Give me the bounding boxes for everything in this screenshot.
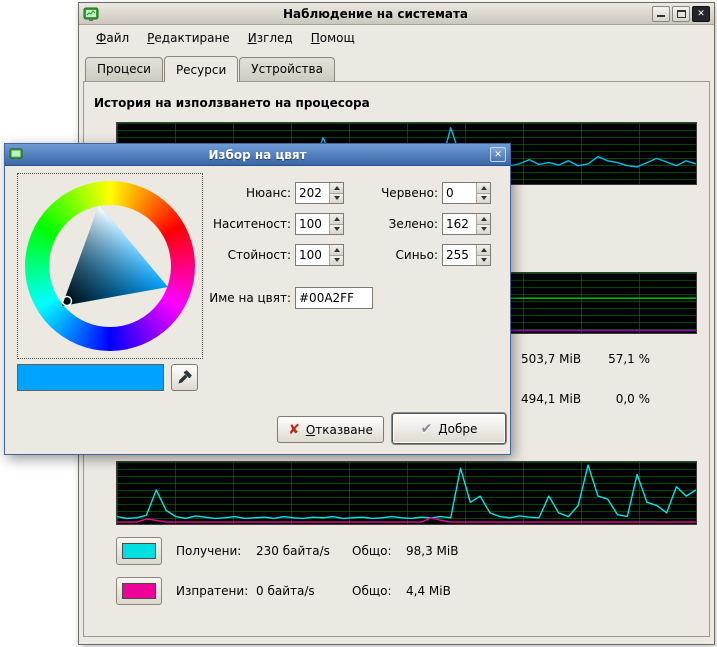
tab-resources[interactable]: Ресурси [164,56,238,82]
close-button[interactable]: ✕ [692,6,710,22]
sent-color-button[interactable] [116,577,162,605]
sent-color-swatch [122,583,156,599]
spin-up-icon [481,217,487,221]
tab-devices[interactable]: Устройства [239,57,335,81]
spin-down-icon [481,258,487,262]
menu-file[interactable]: Файл [87,27,138,49]
menubar: Файл Редактиране Изглед Помощ [79,25,714,51]
app-icon [83,6,99,22]
saturation-value-triangle[interactable] [25,181,195,351]
cancel-label: Отказване [306,423,373,437]
spin-down-icon [334,196,340,200]
dialog-icon [9,147,25,163]
dialog-close-button[interactable]: ✕ [490,147,506,162]
red-input[interactable] [443,183,476,203]
cancel-button[interactable]: ✘ Отказване [277,416,384,443]
cpu-history-heading: История на използването на процесора [94,96,370,110]
swap-amount: 494,1 MiB [521,392,581,406]
received-total: 98,3 MiB [406,544,458,558]
red-steppers[interactable] [476,183,490,203]
received-color-swatch [122,543,156,559]
green-label: Зелено: [355,213,438,235]
dialog-title: Избор на цвят [27,148,488,162]
value-label: Стойност: [175,244,291,266]
saturation-input[interactable] [296,214,329,234]
red-label: Червено: [355,182,438,204]
cancel-icon: ✘ [288,423,300,437]
blue-input[interactable] [443,245,476,265]
received-rate: 230 байта/s [256,544,352,558]
ok-icon: ✔ [421,422,433,436]
color-name-input[interactable] [295,287,373,309]
saturation-steppers[interactable] [329,214,343,234]
received-label: Получени: [176,544,256,558]
green-spinbox [442,213,491,235]
sent-label: Изпратени: [176,584,256,598]
minimize-button[interactable] [652,6,670,22]
maximize-button[interactable] [672,6,690,22]
hue-steppers[interactable] [329,183,343,203]
saturation-spinbox [295,213,344,235]
value-spinbox [295,244,344,266]
menu-view[interactable]: Изглед [239,27,302,49]
sent-total: 4,4 MiB [406,584,451,598]
close-icon: ✕ [697,9,705,19]
spin-up-icon [481,186,487,190]
net-sent-row: Изпратени: 0 байта/s Общо: 4,4 MiB [116,576,451,605]
menu-edit[interactable]: Редактиране [138,27,239,49]
sent-rate: 0 байта/s [256,584,352,598]
green-input[interactable] [443,214,476,234]
swap-percent: 0,0 % [584,392,650,406]
spin-up-icon [334,217,340,221]
color-name-label: Име на цвят: [175,287,291,309]
window-title: Наблюдение на системата [101,7,650,21]
color-preview [17,364,164,391]
notebook-tabs: Процеси Ресурси Устройства [85,55,708,81]
memory-amount: 503,7 MiB [521,352,581,366]
blue-label: Синьо: [355,244,438,266]
tab-processes[interactable]: Процеси [85,57,163,81]
blue-spinbox [442,244,491,266]
red-spinbox [442,182,491,204]
spin-up-icon [334,186,340,190]
received-total-label: Общо: [352,544,406,558]
network-history-chart [116,461,697,525]
hue-input[interactable] [296,183,329,203]
spin-up-icon [334,248,340,252]
value-input[interactable] [296,245,329,265]
value-steppers[interactable] [329,245,343,265]
blue-steppers[interactable] [476,245,490,265]
memory-percent: 57,1 % [584,352,650,366]
eyedropper-button[interactable] [171,364,198,391]
ok-label: Добре [438,422,477,436]
spin-down-icon [334,227,340,231]
spin-down-icon [481,227,487,231]
green-steppers[interactable] [476,214,490,234]
saturation-label: Наситеност: [175,213,291,235]
main-titlebar: Наблюдение на системата ✕ [79,3,714,25]
dialog-titlebar: Избор на цвят ✕ [5,144,510,166]
spin-down-icon [481,196,487,200]
hue-spinbox [295,182,344,204]
maximize-icon [677,10,686,18]
hue-label: Нюанс: [175,182,291,204]
received-color-button[interactable] [116,537,162,565]
ok-button[interactable]: ✔ Добре [392,413,506,444]
sent-total-label: Общо: [352,584,406,598]
minimize-icon [657,10,665,17]
dialog-close-icon: ✕ [494,150,502,160]
hue-ring[interactable] [25,181,195,351]
color-picker-dialog: Избор на цвят ✕ Нюанс: [4,143,511,455]
eyedropper-icon [177,370,192,385]
menu-help[interactable]: Помощ [302,27,364,49]
spin-down-icon [334,258,340,262]
net-received-row: Получени: 230 байта/s Общо: 98,3 MiB [116,536,458,565]
spin-up-icon [481,248,487,252]
